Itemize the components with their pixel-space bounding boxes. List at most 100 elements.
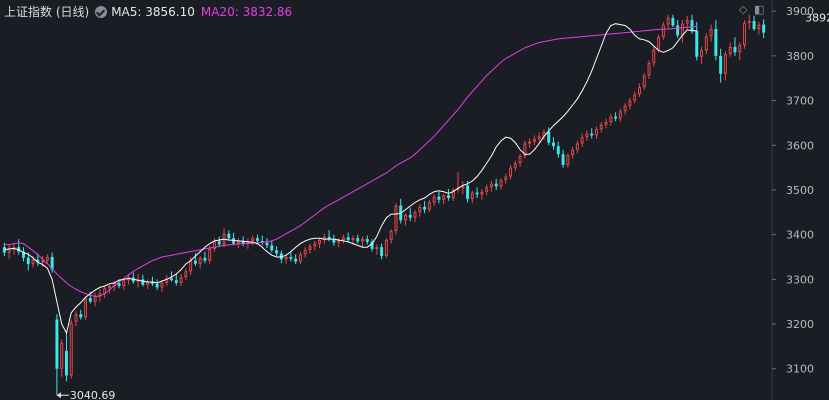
candle-body <box>337 240 341 243</box>
chart-header: 上证指数 (日线) MA5: 3856.10 MA20: 3832.86 <box>4 3 292 20</box>
candle-body <box>614 116 618 119</box>
candle-body <box>361 239 364 242</box>
candle-body <box>179 277 183 283</box>
candle-body <box>69 323 73 376</box>
candle-body <box>494 183 498 187</box>
candle-body <box>184 271 188 278</box>
candle-body <box>504 176 508 181</box>
candle-body <box>270 245 274 251</box>
diamond-icon[interactable]: ◇ <box>739 4 747 15</box>
candle-body <box>571 149 575 156</box>
candle-body <box>198 257 202 264</box>
candle-body <box>107 286 111 289</box>
candle-body <box>647 63 651 76</box>
candlestick-chart[interactable]: 3040.693892.74 3100320033003400350036003… <box>0 0 829 400</box>
candle-body <box>79 314 83 318</box>
candle-body <box>580 137 584 144</box>
candle-body <box>657 37 661 50</box>
candle-body <box>351 238 355 241</box>
candle-body <box>499 180 503 187</box>
candle-body <box>680 23 684 36</box>
candle-body <box>84 298 88 318</box>
candle-body <box>700 50 704 57</box>
candle-body <box>532 138 536 142</box>
candle-body <box>547 131 551 143</box>
candle-body <box>227 233 231 239</box>
candle-body <box>575 143 579 150</box>
candle-body <box>518 155 522 164</box>
candle-body <box>642 75 646 88</box>
candle-body <box>303 249 307 255</box>
candle-body <box>189 260 193 272</box>
y-tick-label: 3500 <box>786 184 814 197</box>
candle-body <box>585 133 589 138</box>
candle-body <box>341 237 345 240</box>
candle-body <box>723 54 727 74</box>
y-axis: 3100 3200 3300 3400 3500 3600 3700 3800 3900 <box>771 0 814 400</box>
candle-body <box>437 196 441 200</box>
candle-body <box>480 191 484 195</box>
candle-body <box>389 231 393 240</box>
candles <box>2 14 766 396</box>
candle-body <box>690 20 694 31</box>
candle-body <box>356 238 360 242</box>
candle-body <box>671 17 675 26</box>
toggle-check-icon[interactable] <box>95 5 108 18</box>
candle-body <box>489 183 493 188</box>
candle-body <box>122 280 126 287</box>
candle-body <box>661 24 665 38</box>
candle-body <box>103 288 107 294</box>
candle-body <box>298 254 302 262</box>
y-tick-label: 3400 <box>786 229 814 242</box>
candle-body <box>432 196 436 203</box>
candle-body <box>628 100 632 106</box>
candle-body <box>404 214 407 221</box>
candle-body <box>513 163 517 168</box>
candle-body <box>394 205 398 232</box>
candle-body <box>423 206 427 210</box>
candle-body <box>485 187 489 192</box>
candle-body <box>251 238 255 242</box>
candle-body <box>561 154 565 165</box>
candle-body <box>618 111 622 119</box>
candle-body <box>733 46 737 53</box>
candle-body <box>64 350 68 376</box>
candle-body <box>45 256 49 261</box>
candle-body <box>217 241 221 245</box>
low-annotation-label: 3040.69 <box>70 389 116 400</box>
candle-body <box>728 46 732 55</box>
candle-body <box>88 298 92 302</box>
candle-body <box>308 246 312 250</box>
candle-body <box>509 167 513 177</box>
low-annotation-arrowhead <box>56 392 61 399</box>
candle-body <box>762 24 766 33</box>
candle-body <box>255 238 259 241</box>
candle-body <box>318 240 322 244</box>
candle-body <box>599 124 603 130</box>
y-tick-label: 3300 <box>786 273 814 286</box>
candle-body <box>408 214 412 218</box>
panel-icon[interactable]: ◧ <box>754 4 764 15</box>
candle-body <box>719 55 723 74</box>
candle-body <box>375 247 379 249</box>
y-tick-label: 3700 <box>786 95 814 108</box>
candle-body <box>284 256 288 260</box>
y-tick-label: 3600 <box>786 139 814 152</box>
candle-body <box>275 250 279 254</box>
candle-body <box>294 258 298 262</box>
candle-body <box>160 282 164 288</box>
candle-body <box>141 279 145 285</box>
candle-body <box>41 260 45 263</box>
candle-body <box>537 136 541 139</box>
candle-body <box>637 87 641 95</box>
annotations: 3040.693892.74 <box>56 11 829 400</box>
candle-body <box>738 45 742 53</box>
candle-body <box>60 342 64 369</box>
candle-body <box>193 260 197 264</box>
candle-body <box>265 242 269 246</box>
candle-body <box>174 280 178 283</box>
chart-title: 上证指数 (日线) <box>4 5 90 19</box>
candle-body <box>236 241 240 244</box>
candle-body <box>203 257 207 261</box>
ma5-legend: MA5: 3856.10 <box>111 4 195 19</box>
